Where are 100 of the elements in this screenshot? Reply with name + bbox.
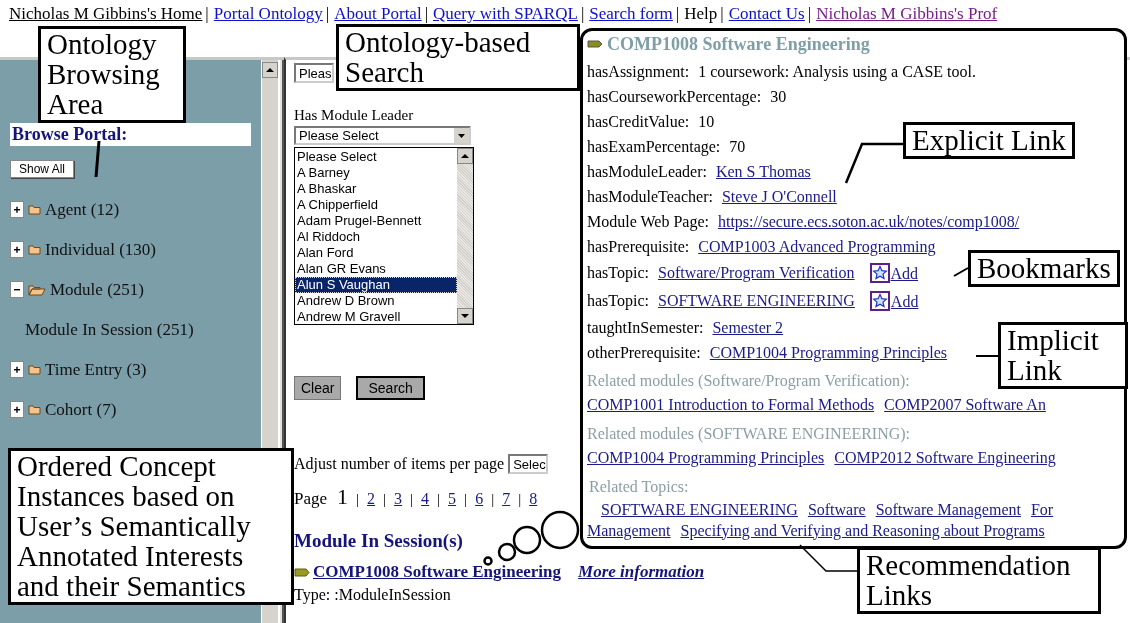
- related-link[interactable]: COMP1004 Programming Principles: [587, 449, 825, 467]
- callout-label: Bookmarks: [968, 250, 1120, 287]
- separator: |: [325, 4, 330, 24]
- property-link[interactable]: https://secure.ecs.soton.ac.uk/notes/comp1008/: [717, 212, 1020, 231]
- tree-item[interactable]: Cohort (7): [45, 399, 117, 420]
- tree-item[interactable]: Time Entry (3): [45, 359, 147, 380]
- list-option[interactable]: Andrew M Gravell: [295, 309, 457, 325]
- separator: |: [580, 4, 585, 24]
- select-field[interactable]: Please Select: [294, 126, 471, 145]
- nav-link[interactable]: Nicholas M Gibbins's Home: [9, 4, 203, 24]
- separator: |: [437, 491, 441, 508]
- property-label: hasPrerequisite:: [587, 237, 690, 256]
- separator: |: [720, 4, 724, 24]
- section-heading: Module In Session(s): [294, 530, 463, 552]
- topic-link[interactable]: Management: [587, 521, 671, 540]
- related-heading: Related Topics:: [588, 477, 689, 498]
- list-option[interactable]: Adam Prugel-Bennett: [295, 213, 457, 229]
- page-link[interactable]: 2: [367, 490, 376, 508]
- list-option[interactable]: Andrew D Brown: [295, 293, 457, 309]
- property-link[interactable]: Semester 2: [712, 318, 784, 337]
- field-label: Adjust number of items per page: [294, 455, 505, 473]
- related-heading: Related modules (SOFTWARE ENGINEERING):: [587, 424, 911, 445]
- search-button[interactable]: Search: [356, 376, 425, 400]
- property-link[interactable]: Software/Program Verification: [658, 264, 855, 282]
- list-option[interactable]: A Barney: [295, 165, 457, 181]
- show-all-button[interactable]: Show All: [10, 160, 75, 178]
- nav-link[interactable]: Query with SPARQL: [433, 4, 578, 24]
- page-link[interactable]: 8: [529, 490, 538, 508]
- clear-button[interactable]: Clear: [294, 376, 342, 400]
- callout-label: Ontology Browsing Area: [38, 26, 186, 123]
- property-link[interactable]: SOFTWARE ENGINEERING: [658, 292, 855, 310]
- property-label: hasTopic:: [587, 292, 649, 310]
- related-heading: Related modules (Software/Program Verification):: [587, 371, 910, 392]
- separator: |: [424, 4, 429, 24]
- property-link[interactable]: Steve J O'Connell: [721, 187, 837, 206]
- list-option[interactable]: Alan Ford: [295, 245, 457, 261]
- separator: |: [410, 491, 414, 508]
- list-option[interactable]: Please Select: [295, 149, 457, 165]
- callout-label: Ordered Concept Instances based on User’s Semantically Annotated Interests and their Semantics: [8, 448, 294, 605]
- nav-link[interactable]: Search form: [589, 4, 673, 24]
- tree-item[interactable]: Module In Session (251): [25, 319, 194, 340]
- topic-link[interactable]: For: [1030, 500, 1054, 519]
- separator: |: [205, 4, 209, 24]
- select-field[interactable]: Selec: [508, 454, 549, 474]
- nav-link[interactable]: About Portal: [334, 4, 422, 24]
- more-info-link[interactable]: More information: [578, 562, 705, 582]
- nav-link[interactable]: Nicholas M Gibbins's Prof: [816, 4, 998, 24]
- separator: |: [675, 4, 680, 24]
- property-label: otherPrerequisite:: [587, 343, 701, 362]
- property-link[interactable]: COMP1004 Programming Principles: [709, 343, 948, 362]
- property-label: Module Web Page:: [587, 212, 709, 231]
- callout-label: Recommendation Links: [857, 547, 1101, 614]
- topic-link[interactable]: Specifying and Verifying and Reasoning about Programs: [680, 521, 1045, 540]
- add-bookmark-link[interactable]: Add: [890, 265, 919, 283]
- callout-label: Ontology-based Search: [336, 24, 580, 91]
- property-label: hasCourseworkPercentage:: [587, 87, 762, 106]
- callout-label: Implicit Link: [998, 322, 1128, 389]
- property-label: hasAssignment:: [587, 62, 690, 81]
- separator: |: [464, 491, 468, 508]
- result-type: Type: :ModuleInSession: [294, 586, 451, 604]
- list-option[interactable]: A Bhaskar: [295, 181, 457, 197]
- pager-label: Page: [294, 489, 328, 509]
- topic-link[interactable]: SOFTWARE ENGINEERING: [601, 500, 798, 519]
- property-value: 1 coursework: Analysis using a CASE tool.: [698, 62, 976, 81]
- list-option[interactable]: Al Riddoch: [295, 229, 457, 245]
- property-value: 10: [698, 112, 715, 131]
- property-label: hasCreditValue:: [587, 112, 690, 131]
- add-bookmark-link[interactable]: Add: [890, 293, 919, 311]
- property-label: hasModuleLeader:: [587, 162, 707, 181]
- page-link[interactable]: 6: [475, 490, 484, 508]
- related-link[interactable]: COMP2012 Software Engineering: [834, 449, 1056, 467]
- separator: |: [518, 491, 522, 508]
- select-field[interactable]: Pleas: [294, 63, 334, 83]
- result-link[interactable]: COMP1008 Software Engineering: [313, 562, 562, 582]
- separator: |: [383, 491, 387, 508]
- property-value: 30: [770, 87, 787, 106]
- property-label: hasModuleTeacher:: [587, 187, 713, 206]
- list-option[interactable]: Alan GR Evans: [295, 261, 457, 277]
- related-link[interactable]: COMP2007 Software An: [884, 396, 1046, 414]
- list-option[interactable]: Alun S Vaughan: [295, 277, 457, 293]
- module-title: COMP1008 Software Engineering: [607, 33, 870, 55]
- tree-item[interactable]: Agent (12): [45, 199, 120, 220]
- page-link[interactable]: 5: [448, 490, 457, 508]
- property-link[interactable]: Ken S Thomas: [715, 162, 811, 181]
- page-link[interactable]: 7: [502, 490, 511, 508]
- page-link[interactable]: 3: [394, 490, 403, 508]
- property-value: 70: [729, 137, 746, 156]
- list-option[interactable]: A Chipperfield: [295, 197, 457, 213]
- property-link[interactable]: COMP1003 Advanced Programming: [698, 237, 936, 256]
- tree-item[interactable]: Individual (130): [45, 239, 156, 260]
- property-label: hasExamPercentage:: [587, 137, 721, 156]
- nav-link[interactable]: Contact Us: [728, 4, 805, 24]
- topic-link[interactable]: Software: [807, 500, 866, 519]
- nav-link[interactable]: Portal Ontology: [213, 4, 323, 24]
- page-link[interactable]: 4: [421, 490, 430, 508]
- topic-link[interactable]: Software Management: [875, 500, 1021, 519]
- callout-label: Explicit Link: [903, 122, 1075, 159]
- tree-item[interactable]: Module (251): [50, 279, 144, 300]
- related-link[interactable]: COMP1001 Introduction to Formal Methods: [587, 396, 875, 414]
- property-label: taughtInSemester:: [587, 318, 704, 337]
